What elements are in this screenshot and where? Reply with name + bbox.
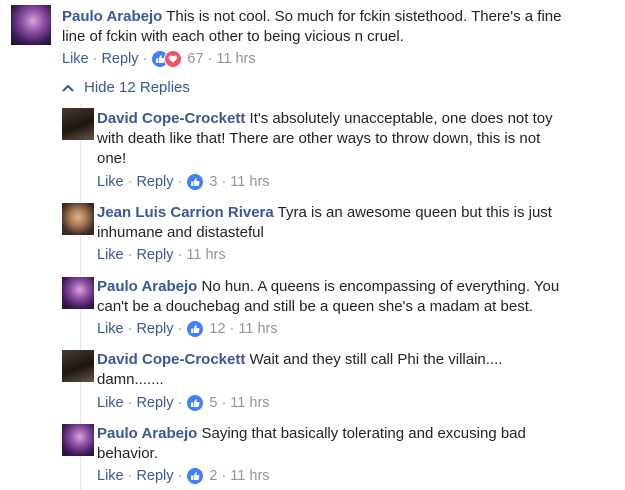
comment-body: Paulo Arabejo Saying that basically tole… [97,424,526,444]
comment-text-line: one! [97,150,127,167]
like-icon [186,467,205,485]
reply-button[interactable]: Reply [101,51,138,67]
hide-replies-label: Hide 12 Replies [84,79,190,96]
separator: · [221,468,227,484]
comment-body: David Cope-Crockett Wait and they still … [97,350,502,370]
avatar[interactable] [62,108,94,140]
comment-text-line: Saying that basically tolerating and exc… [201,425,526,442]
comment-body: Jean Luis Carrion Rivera Tyra is an awes… [97,203,552,223]
like-button[interactable]: Like [97,247,124,263]
comment-text-line: No hun. A queens is encompassing of ever… [201,278,560,295]
comment-author[interactable]: Jean Luis Carrion Rivera [97,204,274,221]
separator: · [177,247,183,263]
comment-author[interactable]: Paulo Arabejo [97,425,197,442]
separator: · [177,321,183,337]
reply-button[interactable]: Reply [136,247,173,263]
comment-actions: Like · Reply · 2 · 11 hrs [97,467,270,485]
like-button[interactable]: Like [97,395,124,411]
separator: · [127,321,133,337]
comment-actions: Like · Reply · 12 · 11 hrs [97,320,278,338]
reply-button[interactable]: Reply [136,395,173,411]
separator: · [221,395,227,411]
comment-author[interactable]: David Cope-Crockett [97,110,245,127]
comment-actions: Like · Reply · 3 · 11 hrs [97,173,270,191]
separator: · [229,321,235,337]
timestamp[interactable]: 11 hrs [230,395,269,411]
comment-text-line: Tyra is an awesome queen but this is jus… [277,204,552,221]
comment-author[interactable]: Paulo Arabejo [97,278,197,295]
comment-text-line: Wait and they still call Phi the villain… [249,351,503,368]
separator: · [127,247,133,263]
timestamp[interactable]: 11 hrs [186,247,225,263]
comment-body: Paulo Arabejo No hun. A queens is encomp… [97,277,559,297]
separator: · [127,395,133,411]
timestamp[interactable]: 11 hrs [230,174,269,190]
reply-button[interactable]: Reply [136,321,173,337]
separator: · [177,174,183,190]
comment-text-line: behavior. [97,445,158,462]
avatar[interactable] [62,424,94,456]
reaction-count[interactable]: 5 [209,395,217,411]
reaction-count[interactable]: 12 [209,321,225,337]
like-button[interactable]: Like [97,468,124,484]
reactions[interactable] [151,50,183,68]
separator: · [127,174,133,190]
love-icon [164,50,183,68]
comment-actions: Like · Reply · 5 · 11 hrs [97,394,270,412]
comment-text-line: This is not cool. So much for fckin sist… [166,8,562,25]
comment-body: David Cope-Crockett It's absolutely unac… [97,109,553,129]
reply-button[interactable]: Reply [136,468,173,484]
comment-text-line: It's absolutely unacceptable, one does n… [249,110,553,127]
avatar[interactable] [11,5,51,45]
timestamp[interactable]: 11 hrs [230,468,269,484]
comment-text-line: line of fckin with each other to being v… [62,28,404,45]
separator: · [142,51,148,67]
reactions[interactable] [186,173,205,191]
separator: · [207,51,213,67]
like-icon [186,320,205,338]
avatar[interactable] [62,277,94,309]
reactions[interactable] [186,467,205,485]
separator: · [92,51,98,67]
reply-button[interactable]: Reply [136,174,173,190]
reactions[interactable] [186,394,205,412]
avatar[interactable] [62,350,94,382]
comment-author[interactable]: David Cope-Crockett [97,351,245,368]
comment-text-line: can't be a douchebag and still be a quee… [97,298,534,315]
reaction-count[interactable]: 2 [209,468,217,484]
reaction-count[interactable]: 3 [209,174,217,190]
avatar[interactable] [62,203,94,235]
reactions[interactable] [186,320,205,338]
like-button[interactable]: Like [62,51,89,67]
separator: · [127,468,133,484]
comment-actions: Like · Reply · 67 · 11 hrs [62,50,256,68]
comment-text-line: with death like that! There are other wa… [97,130,541,147]
like-icon [186,173,205,191]
like-icon [186,394,205,412]
separator: · [221,174,227,190]
timestamp[interactable]: 11 hrs [238,321,277,337]
timestamp[interactable]: 11 hrs [216,51,255,67]
chevron-up-icon [62,84,74,92]
like-button[interactable]: Like [97,321,124,337]
separator: · [177,468,183,484]
like-button[interactable]: Like [97,174,124,190]
comment-body: Paulo Arabejo This is not cool. So much … [62,7,562,27]
comment-actions: Like · Reply · 11 hrs [97,247,226,263]
hide-replies-button[interactable]: Hide 12 Replies [62,79,190,96]
comment-author[interactable]: Paulo Arabejo [62,8,162,25]
reaction-count[interactable]: 67 [187,51,203,67]
separator: · [177,395,183,411]
comment-text-line: inhumane and distasteful [97,224,264,241]
comment-text-line: damn....... [97,371,164,388]
